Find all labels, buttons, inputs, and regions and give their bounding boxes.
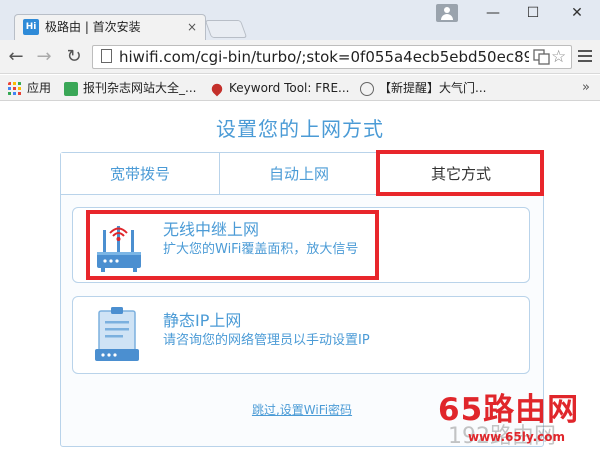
new-tab-button[interactable] xyxy=(204,20,248,38)
bookmark-label: 报刊杂志网站大全_... xyxy=(83,81,197,95)
flame-icon xyxy=(209,81,225,96)
static-ip-router-icon xyxy=(95,307,139,361)
wordpress-icon xyxy=(360,81,374,96)
translate-icon[interactable] xyxy=(533,48,551,66)
tab-pppoe[interactable]: 宽带拨号 xyxy=(61,153,220,195)
back-arrow-icon[interactable]: ← xyxy=(4,45,28,69)
bookmark-item-keyword-tool[interactable]: Keyword Tool: FRE... xyxy=(209,79,350,97)
watermark-url: www.65ly.com xyxy=(468,430,566,444)
browser-toolbar: ← → ↻ hiwifi.com/cgi-bin/turbo/;stok=0f0… xyxy=(0,40,600,74)
bookmark-label: 应用 xyxy=(27,81,52,95)
bookmark-star-icon[interactable]: ☆ xyxy=(551,46,566,68)
minimize-button[interactable]: — xyxy=(478,2,508,24)
browser-menu-icon[interactable] xyxy=(578,47,594,67)
user-profile-icon[interactable] xyxy=(436,4,458,22)
tab-title: 极路由 | 首次安装 xyxy=(45,20,141,34)
hiwifi-favicon-icon: Hi xyxy=(23,19,39,35)
option-title: 静态IP上网 xyxy=(163,311,242,330)
browser-tab[interactable]: Hi 极路由 | 首次安装 × xyxy=(14,14,206,40)
more-bookmarks-icon[interactable]: » xyxy=(582,79,590,97)
maximize-button[interactable]: ☐ xyxy=(518,2,548,24)
watermark-logo: 65路由网 xyxy=(438,392,580,428)
reload-icon[interactable]: ↻ xyxy=(62,45,86,69)
bookmark-apps[interactable]: 应用 xyxy=(8,79,51,97)
bookmark-item-magazines[interactable]: 报刊杂志网站大全_... xyxy=(64,79,196,97)
apps-grid-icon xyxy=(8,81,21,95)
tab-dhcp[interactable]: 自动上网 xyxy=(220,153,379,195)
bookmark-item-reminder[interactable]: 【新提醒】大气门... xyxy=(360,79,486,97)
option-static-ip[interactable]: 静态IP上网 请咨询您的网络管理员以手动设置IP xyxy=(72,296,530,374)
page-title: 设置您的上网方式 xyxy=(216,117,384,141)
tab-close-icon[interactable]: × xyxy=(187,19,197,35)
close-window-button[interactable]: ✕ xyxy=(562,2,592,24)
highlight-box xyxy=(86,210,379,280)
address-url[interactable]: hiwifi.com/cgi-bin/turbo/;stok=0f055a4ec… xyxy=(119,47,529,67)
forward-arrow-icon[interactable]: → xyxy=(32,45,56,69)
bookmarks-bar: 应用 报刊杂志网站大全_... Keyword Tool: FRE... 【新提… xyxy=(0,75,600,101)
option-description: 请咨询您的网络管理员以手动设置IP xyxy=(163,333,370,348)
highlight-box xyxy=(376,150,544,196)
address-bar[interactable]: hiwifi.com/cgi-bin/turbo/;stok=0f055a4ec… xyxy=(92,45,572,69)
bookmark-label: Keyword Tool: FRE... xyxy=(229,81,350,95)
bookmark-label: 【新提醒】大气门... xyxy=(379,81,487,95)
browser-titlebar: Hi 极路由 | 首次安装 × — ☐ ✕ xyxy=(0,0,600,40)
green-c-icon xyxy=(64,81,78,96)
page-icon xyxy=(99,49,115,65)
